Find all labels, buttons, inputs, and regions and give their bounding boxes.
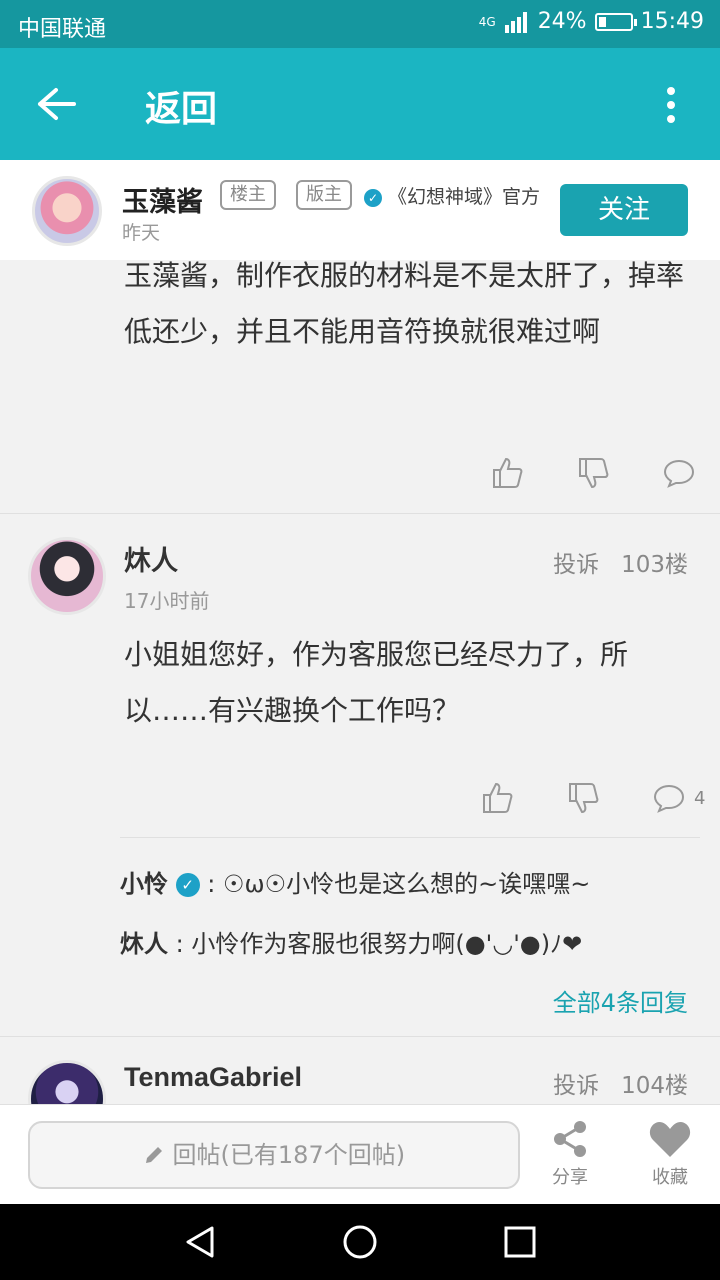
post-103: 炑人 17小时前 投诉 103楼 小姐姐您好，作为客服您已经尽力了，所以……有兴… [0,515,720,1037]
user-avatar[interactable] [28,1060,106,1104]
post-actions: 4 [480,781,705,815]
more-icon[interactable] [666,86,676,124]
user-name[interactable]: 炑人 [124,539,178,578]
comment-count: 4 [694,787,706,809]
share-button[interactable]: 分享 [535,1119,605,1189]
thumb-down-icon[interactable] [576,456,610,490]
post-time: 17小时前 [124,589,210,613]
tag-louzhu: 楼主 [220,180,276,210]
reply-user[interactable]: 小怜 [120,870,168,898]
post-text: 小姐姐您好，作为客服您已经尽力了，所以……有兴趣换个工作吗？ [124,638,629,727]
report-link[interactable]: 投诉 [553,552,599,578]
battery-label: 24% [537,9,587,34]
carrier-label: 中国联通 [18,17,107,42]
official-badge: ✓ 《幻想神域》官方 [364,182,540,209]
pencil-icon [145,1147,162,1163]
battery-fill [598,16,606,27]
thumb-up-icon[interactable] [490,456,524,490]
bottom-bar: 回帖(已有187个回帖) 分享 收藏 [0,1104,720,1204]
reply-input[interactable]: 回帖(已有187个回帖) [28,1121,520,1189]
verified-icon: ✓ [364,188,382,207]
post-op: 玉藻酱，制作衣服的材料是不是太肝了，掉率低还少，并且不能用音符换就很难过啊 [0,259,720,514]
op-avatar[interactable] [32,176,102,246]
tag-banzhu: 版主 [296,180,352,210]
user-avatar[interactable] [28,537,106,615]
reply-text: : 小怜作为客服也很努力啊(●'◡'●)ﾉ❤ [175,930,583,958]
report-area: 投诉 103楼 [553,545,688,579]
reply-placeholder: 回帖(已有187个回帖) [172,1141,406,1169]
system-nav-bar [0,1204,720,1280]
thumb-down-icon[interactable] [566,781,600,815]
reply-user[interactable]: 炑人 [120,930,168,958]
floor-label: 104楼 [621,1073,688,1099]
thumb-up-icon[interactable] [480,781,514,815]
status-bar: 中国联通 4G 24% 15:49 [0,0,720,48]
floor-label: 103楼 [621,552,688,578]
reply-text: : ☉ω☉小怜也是这么想的~诶嘿嘿~ [207,870,591,898]
share-icon [554,1121,586,1157]
op-bar: 玉藻酱 楼主 版主 ✓ 《幻想神域》官方 昨天 关注 [0,160,720,260]
all-replies-link[interactable]: 全部4条回复 [553,983,688,1018]
post-text: 玉藻酱，制作衣服的材料是不是太肝了，掉率低还少，并且不能用音符换就很难过啊 [124,259,685,348]
favorite-button[interactable]: 收藏 [635,1119,705,1189]
network-label: 4G [478,14,496,29]
user-name[interactable]: TenmaGabriel [124,1062,302,1093]
nav-back-icon[interactable] [182,1224,218,1260]
follow-button[interactable]: 关注 [560,184,688,236]
post-104: TenmaGabriel 投诉 104楼 [0,1038,720,1104]
nav-home-icon[interactable] [342,1224,378,1260]
official-label: 《幻想神域》官方 [388,186,541,208]
report-area: 投诉 104楼 [553,1066,688,1100]
reply-item[interactable]: 炑人 : 小怜作为客服也很努力啊(●'◡'●)ﾉ❤ [120,914,700,974]
heart-icon [649,1122,691,1157]
comment-icon[interactable] [652,781,686,815]
comment-icon[interactable] [662,456,696,490]
op-name[interactable]: 玉藻酱 [122,180,203,219]
page-title[interactable]: 返回 [145,80,217,132]
verified-icon: ✓ [175,873,200,897]
reply-item[interactable]: 小怜 ✓ : ☉ω☉小怜也是这么想的~诶嘿嘿~ [120,854,700,914]
clock-label: 15:49 [640,9,704,34]
signal-icon [504,11,527,33]
nav-recents-icon[interactable] [502,1224,538,1260]
op-time: 昨天 [122,222,161,244]
back-arrow-icon[interactable] [36,86,76,122]
report-link[interactable]: 投诉 [553,1073,599,1099]
favorite-label: 收藏 [652,1167,688,1188]
share-label: 分享 [552,1167,588,1188]
post-actions [490,456,696,490]
battery-icon [594,12,637,31]
reply-list: 小怜 ✓ : ☉ω☉小怜也是这么想的~诶嘿嘿~ 炑人 : 小怜作为客服也很努力啊… [120,837,700,974]
app-header: 返回 [0,48,720,160]
status-icons: 4G 24% 15:49 [479,9,704,34]
